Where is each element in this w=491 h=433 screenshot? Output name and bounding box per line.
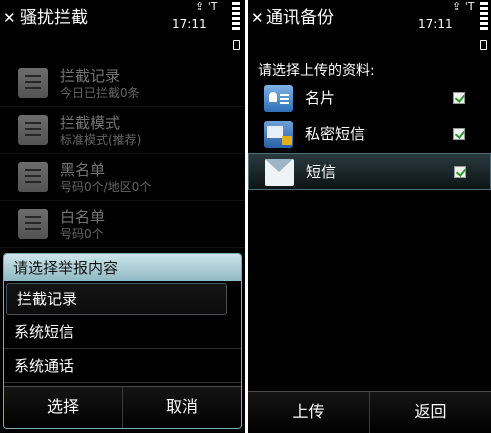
item-title: 黑名单 <box>60 161 106 179</box>
close-icon[interactable]: ✕ <box>3 10 16 26</box>
page-title: 骚扰拦截 <box>20 8 88 28</box>
item-subtitle: 标准模式(推荐) <box>60 133 142 147</box>
item-title: 拦截模式 <box>60 114 121 132</box>
list-item-block-mode[interactable]: 拦截模式 标准模式(推荐) <box>0 107 245 154</box>
whitelist-icon <box>18 209 48 239</box>
option-row-sms[interactable]: 短信 <box>248 153 491 190</box>
option-label: 名片 <box>305 89 336 107</box>
popup-title: 请选择举报内容 <box>4 254 241 281</box>
item-subtitle: 号码0个 <box>60 227 104 241</box>
contacts-checkbox[interactable] <box>453 92 465 104</box>
signal-strength-icon <box>232 2 240 30</box>
list-icon <box>18 68 48 98</box>
upload-button[interactable]: 上传 <box>248 392 370 433</box>
battery-icon <box>480 40 487 50</box>
back-button[interactable]: 返回 <box>370 392 491 433</box>
sms-checkbox[interactable] <box>454 166 466 178</box>
select-button[interactable]: 选择 <box>4 387 123 428</box>
popup-softkeys: 选择 取消 <box>4 386 241 428</box>
item-title: 拦截记录 <box>60 67 121 85</box>
signal-strength-icon <box>480 2 488 30</box>
item-subtitle: 号码0个/地区0个 <box>60 180 152 194</box>
clock: 17:11 <box>172 17 207 31</box>
mode-icon <box>18 115 48 145</box>
private-sms-checkbox[interactable] <box>453 128 465 140</box>
popup-option-system-sms[interactable]: 系统短信 <box>4 315 241 349</box>
contact-card-icon <box>264 85 293 112</box>
report-content-popup: 请选择举报内容 拦截记录 系统短信 系统通话 选择 取消 <box>3 253 242 429</box>
option-label: 短信 <box>306 163 337 181</box>
page-title: 通讯备份 <box>266 8 334 28</box>
option-label: 私密短信 <box>305 125 366 143</box>
private-message-icon <box>264 121 293 148</box>
list-item-block-log[interactable]: 拦截记录 今日已拦截0条 <box>0 60 245 107</box>
close-icon[interactable]: ✕ <box>251 10 264 26</box>
left-screen: ✕ 骚扰拦截 ⇪ ˈT 17:11 拦截记录 今日已拦截0条 拦截模式 标准模式… <box>0 0 245 433</box>
right-screen: ✕ 通讯备份 ⇪ ˈT 17:11 请选择上传的资料: 名片 私密短信 短信 上… <box>248 0 491 433</box>
status-icons: ⇪ ˈT <box>195 0 218 13</box>
list-item-whitelist[interactable]: 白名单 号码0个 <box>0 201 245 248</box>
popup-option-block-log[interactable]: 拦截记录 <box>6 283 227 315</box>
list-item-blacklist[interactable]: 黑名单 号码0个/地区0个 <box>0 154 245 201</box>
envelope-icon <box>265 159 294 186</box>
option-row-contacts[interactable]: 名片 <box>248 80 491 117</box>
item-subtitle: 今日已拦截0条 <box>60 86 140 100</box>
bottom-softkeys: 上传 返回 <box>248 391 491 433</box>
blocking-menu-list: 拦截记录 今日已拦截0条 拦截模式 标准模式(推荐) 黑名单 号码0个/地区0个… <box>0 60 245 248</box>
upload-prompt: 请选择上传的资料: <box>258 63 375 79</box>
battery-icon <box>233 40 240 50</box>
cancel-button[interactable]: 取消 <box>123 387 241 428</box>
item-title: 白名单 <box>60 208 106 226</box>
option-row-private-sms[interactable]: 私密短信 <box>248 116 491 153</box>
clock: 17:11 <box>418 17 453 31</box>
status-icons: ⇪ ˈT <box>452 0 475 13</box>
blacklist-icon <box>18 162 48 192</box>
popup-option-system-calls[interactable]: 系统通话 <box>4 349 241 383</box>
